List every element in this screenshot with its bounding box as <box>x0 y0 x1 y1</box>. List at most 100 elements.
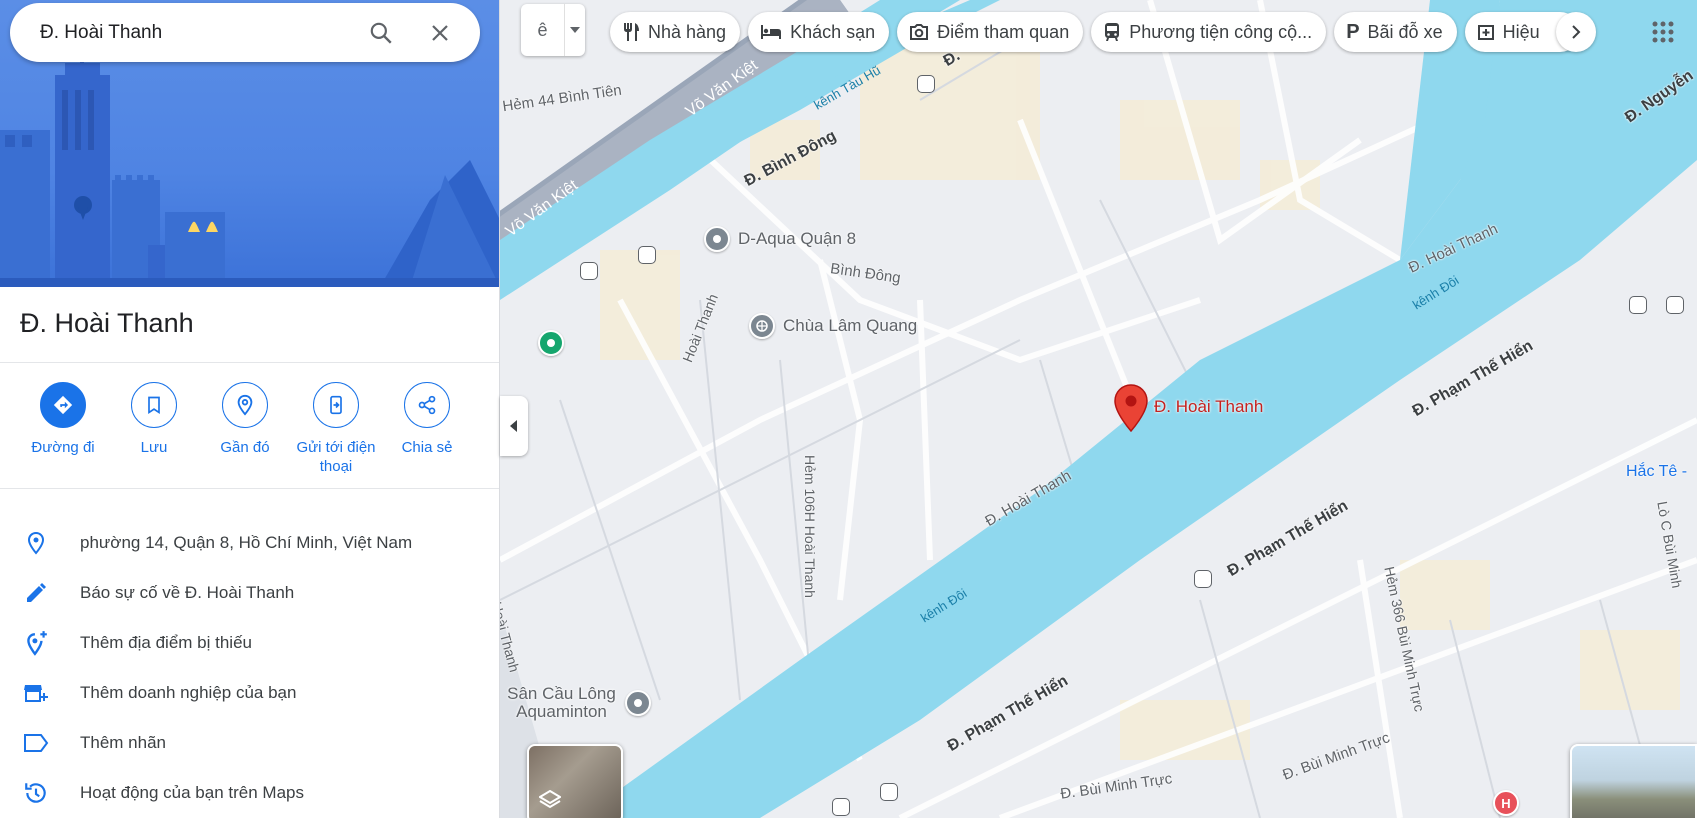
apps-grid-icon <box>1652 21 1674 43</box>
poi-name: Sân Cầu Lông Aquaminton <box>507 684 616 721</box>
search-button[interactable] <box>365 17 397 49</box>
poi-d-aqua[interactable]: D-Aqua Quận 8 <box>704 226 856 252</box>
divider <box>0 362 499 363</box>
google-apps-button[interactable] <box>1645 14 1681 50</box>
hospital-icon: H <box>1501 795 1511 811</box>
divider <box>0 488 499 489</box>
place-icon <box>713 235 721 243</box>
save-button[interactable]: Lưu <box>104 382 204 457</box>
chip-label: Phương tiện công cộ... <box>1129 21 1313 42</box>
chip-attractions[interactable]: Điểm tham quan <box>897 12 1084 52</box>
chip-transit[interactable]: Phương tiện công cộ... <box>1091 12 1327 52</box>
add-business-row[interactable]: Thêm doanh nghiệp của bạn <box>0 668 499 718</box>
close-icon <box>432 25 448 41</box>
nearby-button[interactable]: Gần đó <box>195 382 295 457</box>
collapse-panel-button[interactable] <box>500 396 528 456</box>
add-missing-place-row[interactable]: Thêm địa điểm bị thiếu <box>0 618 499 668</box>
street-label: Hẻm 106H Hoài Thanh <box>802 455 818 598</box>
place-icon <box>547 339 555 347</box>
add-business-icon <box>24 685 48 702</box>
add-location-icon <box>27 631 47 656</box>
poi-name: D-Aqua Quận 8 <box>738 229 857 248</box>
pharmacy-icon <box>1477 25 1494 40</box>
poi-hospital[interactable]: H <box>1493 790 1519 816</box>
action-bar: Đường đi Lưu Gần đó Gửi tới điện thoại C… <box>18 382 488 482</box>
poi-name: Chùa Lâm Quang <box>783 316 918 335</box>
send-to-phone-button[interactable]: Gửi tới điện thoại <box>286 382 386 476</box>
layers-icon <box>539 790 561 809</box>
poi-chua-lam-quang[interactable]: Chùa Lâm Quang <box>749 313 917 339</box>
bus-stop-icon[interactable] <box>1194 570 1212 588</box>
temple-icon <box>756 320 768 332</box>
bus-stop-icon[interactable] <box>580 262 598 280</box>
history-icon <box>25 783 46 803</box>
chevron-down-icon <box>570 27 580 33</box>
bus-stop-icon[interactable] <box>638 246 656 264</box>
parking-icon: P <box>1346 20 1360 43</box>
place-icon <box>634 699 642 707</box>
send-to-phone-icon <box>330 395 342 415</box>
place-panel: Đ. Hoài Thanh Đường đi Lưu Gần đó Gửi tớ… <box>0 0 500 818</box>
clear-search-button[interactable] <box>424 17 456 49</box>
add-label-row[interactable]: Thêm nhãn <box>0 718 499 768</box>
bus-stop-icon[interactable] <box>917 75 935 93</box>
pencil-icon <box>27 583 46 602</box>
report-issue-row[interactable]: Báo sự cố về Đ. Hoài Thanh <box>0 568 499 618</box>
search-box[interactable] <box>10 3 480 62</box>
location-marker-icon[interactable] <box>1114 384 1148 432</box>
save-label: Lưu <box>140 439 168 456</box>
directions-icon <box>53 395 73 415</box>
hotel-icon <box>761 25 782 39</box>
chip-label: Hiệu <box>1502 21 1540 42</box>
place-title: Đ. Hoài Thanh <box>20 308 194 338</box>
chip-label: Bãi đỗ xe <box>1367 21 1443 42</box>
add-missing-place-text: Thêm địa điểm bị thiếu <box>80 633 252 652</box>
nearby-label: Gần đó <box>220 439 270 456</box>
map-canvas[interactable]: kênh Tàu Hũ kênh Đôi kênh Đôi Hẻm 44 Bìn… <box>500 0 1697 818</box>
bus-stop-icon[interactable] <box>832 798 850 816</box>
share-icon <box>418 395 436 415</box>
maps-activity-text: Hoạt động của bạn trên Maps <box>80 783 304 802</box>
address-text: phường 14, Quận 8, Hồ Chí Minh, Việt Nam <box>80 533 413 552</box>
bus-stop-icon[interactable] <box>1666 296 1684 314</box>
bus-stop-icon[interactable] <box>880 783 898 801</box>
street-label: Hắc Tê - <box>1626 463 1688 480</box>
nearby-icon <box>237 394 253 416</box>
chip-parking[interactable]: P Bãi đỗ xe <box>1334 12 1457 52</box>
map-style-button[interactable]: ê <box>521 4 585 56</box>
street-view-thumbnail[interactable] <box>1570 744 1697 818</box>
maps-activity-row[interactable]: Hoạt động của bạn trên Maps <box>0 768 499 818</box>
directions-label: Đường đi <box>31 439 95 456</box>
search-icon <box>370 22 392 44</box>
category-chips: Nhà hàng Khách sạn Điểm tham quan Phương… <box>610 12 1580 52</box>
map-base-layer <box>500 0 1697 818</box>
chip-label: Khách sạn <box>790 21 876 42</box>
directions-button[interactable]: Đường đi <box>13 382 113 457</box>
chip-restaurants[interactable]: Nhà hàng <box>610 12 741 52</box>
chip-hotels[interactable]: Khách sạn <box>748 12 890 52</box>
share-label: Chia sẻ <box>401 439 453 456</box>
poi-aquaminton[interactable]: Sân Cầu Lông Aquaminton <box>504 685 651 721</box>
label-icon <box>24 734 49 752</box>
address-row[interactable]: phường 14, Quận 8, Hồ Chí Minh, Việt Nam <box>0 518 499 568</box>
add-business-text: Thêm doanh nghiệp của bạn <box>80 683 297 702</box>
poi-green[interactable] <box>538 330 564 356</box>
restaurant-icon <box>624 23 639 41</box>
bus-stop-icon[interactable] <box>1629 296 1647 314</box>
bookmark-icon <box>148 396 160 415</box>
add-label-text: Thêm nhãn <box>80 733 166 752</box>
layers-button[interactable] <box>527 744 623 818</box>
search-input[interactable] <box>40 21 360 44</box>
camera-icon <box>910 24 929 40</box>
pin-label: Đ. Hoài Thanh <box>1154 397 1264 416</box>
chip-label: Điểm tham quan <box>937 21 1070 42</box>
chip-label: Nhà hàng <box>648 21 727 42</box>
transit-icon <box>1105 23 1120 41</box>
input-tools-icon: ê <box>521 4 565 56</box>
chips-next-button[interactable] <box>1556 12 1596 52</box>
share-button[interactable]: Chia sẻ <box>377 382 477 457</box>
send-to-phone-label: Gửi tới điện thoại <box>296 439 376 475</box>
location-pin-icon <box>27 531 45 555</box>
report-issue-text: Báo sự cố về Đ. Hoài Thanh <box>80 583 295 602</box>
chevron-left-icon <box>510 420 517 432</box>
